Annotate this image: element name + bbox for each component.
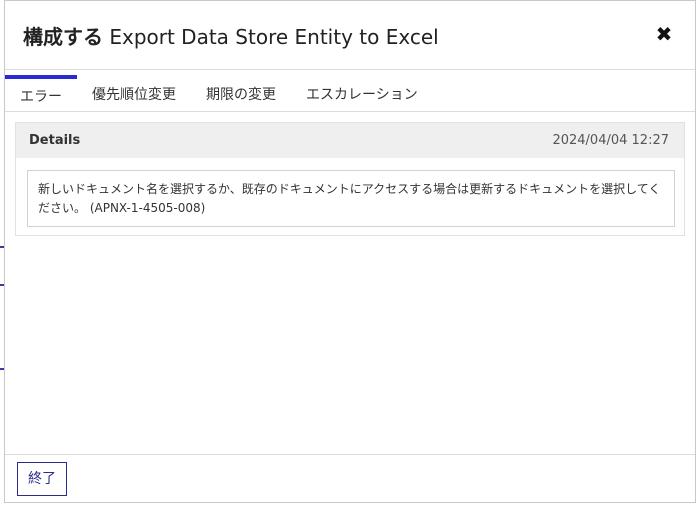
details-header: Details 2024/04/04 12:27 — [16, 123, 684, 158]
tab-error[interactable]: エラー — [5, 75, 77, 107]
details-panel: Details 2024/04/04 12:27 新しいドキュメント名を選択する… — [15, 122, 685, 236]
details-title: Details — [29, 133, 81, 148]
details-timestamp: 2024/04/04 12:27 — [552, 133, 669, 148]
export-dialog: 構成する Export Data Store Entity to Excel ✖… — [4, 0, 696, 503]
dialog-title: 構成する Export Data Store Entity to Excel — [23, 21, 439, 50]
dialog-footer: 終了 — [5, 454, 695, 503]
dialog-header: 構成する Export Data Store Entity to Excel ✖ — [5, 1, 695, 70]
tab-priority-change[interactable]: 優先順位変更 — [92, 75, 176, 111]
tab-deadline-change[interactable]: 期限の変更 — [206, 75, 276, 111]
tab-escalation[interactable]: エスカレーション — [306, 75, 418, 111]
dialog-title-prefix: 構成する — [23, 25, 103, 49]
error-message: 新しいドキュメント名を選択するか、既存のドキュメントにアクセスする場合は更新する… — [27, 170, 675, 227]
tab-bar: エラー 優先順位変更 期限の変更 エスカレーション — [5, 75, 695, 112]
dialog-title-main: Export Data Store Entity to Excel — [109, 25, 439, 49]
close-icon[interactable]: ✖ — [651, 21, 677, 47]
end-button[interactable]: 終了 — [17, 462, 67, 496]
